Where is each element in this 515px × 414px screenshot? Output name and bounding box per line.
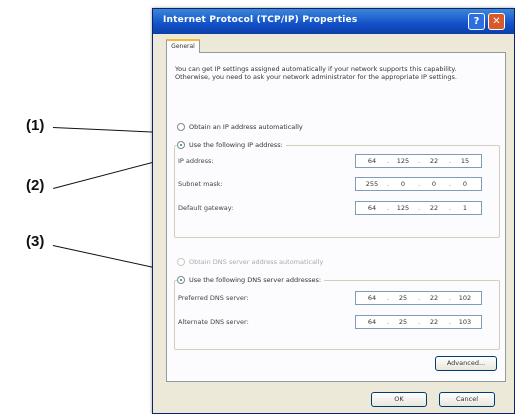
alternate-dns-input[interactable]: 64. 25. 22. 103 bbox=[355, 315, 482, 329]
pdns-octet-3: 22 bbox=[429, 294, 439, 302]
tab-general[interactable]: General bbox=[166, 39, 200, 53]
close-icon: ✕ bbox=[492, 16, 501, 27]
ip-octet-3: 22 bbox=[429, 157, 439, 165]
callout-1-label: (1) bbox=[26, 117, 45, 134]
gw-octet-4: 1 bbox=[462, 204, 468, 212]
use-following-ip-radio[interactable] bbox=[177, 141, 185, 149]
adns-octet-2: 25 bbox=[398, 318, 408, 326]
callout-2-label: (2) bbox=[26, 177, 45, 194]
obtain-dns-auto-radio[interactable] bbox=[177, 258, 185, 266]
adns-octet-4: 103 bbox=[458, 318, 472, 326]
obtain-dns-auto-label: Obtain DNS server address automatically bbox=[189, 258, 324, 266]
gw-octet-2: 125 bbox=[396, 204, 410, 212]
use-following-ip-label: Use the following IP address: bbox=[189, 141, 283, 149]
pdns-octet-4: 102 bbox=[458, 294, 472, 302]
pdns-octet-1: 64 bbox=[367, 294, 377, 302]
mask-octet-3: 0 bbox=[431, 180, 437, 188]
ip-address-label: IP address: bbox=[178, 157, 214, 165]
use-following-dns-label: Use the following DNS server addresses: bbox=[189, 276, 322, 284]
mask-octet-2: 0 bbox=[400, 180, 406, 188]
obtain-ip-auto-radio[interactable] bbox=[177, 123, 185, 131]
general-panel: You can get IP settings assigned automat… bbox=[166, 52, 506, 382]
ip-octet-2: 125 bbox=[396, 157, 410, 165]
subnet-mask-label: Subnet mask: bbox=[178, 180, 223, 188]
ip-octet-1: 64 bbox=[367, 157, 377, 165]
use-following-dns-radio[interactable] bbox=[177, 276, 185, 284]
default-gateway-label: Default gateway: bbox=[178, 204, 234, 212]
obtain-ip-auto-option[interactable]: Obtain an IP address automatically bbox=[177, 121, 303, 133]
help-button[interactable]: ? bbox=[468, 13, 485, 30]
gw-octet-1: 64 bbox=[367, 204, 377, 212]
preferred-dns-label: Preferred DNS server: bbox=[178, 294, 249, 302]
close-button[interactable]: ✕ bbox=[488, 13, 505, 30]
cancel-button[interactable]: Cancel bbox=[439, 392, 495, 407]
title-bar[interactable]: Internet Protocol (TCP/IP) Properties ? … bbox=[153, 9, 514, 34]
use-following-dns-option[interactable]: Use the following DNS server addresses: bbox=[177, 274, 325, 286]
pdns-octet-2: 25 bbox=[398, 294, 408, 302]
obtain-dns-auto-option[interactable]: Obtain DNS server address automatically bbox=[177, 256, 323, 268]
mask-octet-1: 255 bbox=[365, 180, 379, 188]
ok-button[interactable]: OK bbox=[371, 392, 427, 407]
window-title: Internet Protocol (TCP/IP) Properties bbox=[163, 15, 358, 25]
subnet-mask-input[interactable]: 255. 0. 0. 0 bbox=[355, 177, 482, 191]
mask-octet-4: 0 bbox=[462, 180, 468, 188]
callout-3-label: (3) bbox=[26, 233, 45, 250]
ip-address-input[interactable]: 64. 125. 22. 15 bbox=[355, 154, 482, 168]
obtain-ip-auto-label: Obtain an IP address automatically bbox=[189, 123, 303, 131]
description-text: You can get IP settings assigned automat… bbox=[175, 65, 457, 81]
alternate-dns-label: Alternate DNS server: bbox=[178, 318, 249, 326]
advanced-button[interactable]: Advanced... bbox=[435, 356, 497, 371]
adns-octet-1: 64 bbox=[367, 318, 377, 326]
tcpip-properties-dialog: Internet Protocol (TCP/IP) Properties ? … bbox=[152, 8, 515, 414]
use-following-ip-option[interactable]: Use the following IP address: bbox=[177, 139, 286, 151]
ip-octet-4: 15 bbox=[460, 157, 470, 165]
adns-octet-3: 22 bbox=[429, 318, 439, 326]
help-icon: ? bbox=[473, 16, 480, 27]
gw-octet-3: 22 bbox=[429, 204, 439, 212]
default-gateway-input[interactable]: 64. 125. 22. 1 bbox=[355, 201, 482, 215]
preferred-dns-input[interactable]: 64. 25. 22. 102 bbox=[355, 291, 482, 305]
